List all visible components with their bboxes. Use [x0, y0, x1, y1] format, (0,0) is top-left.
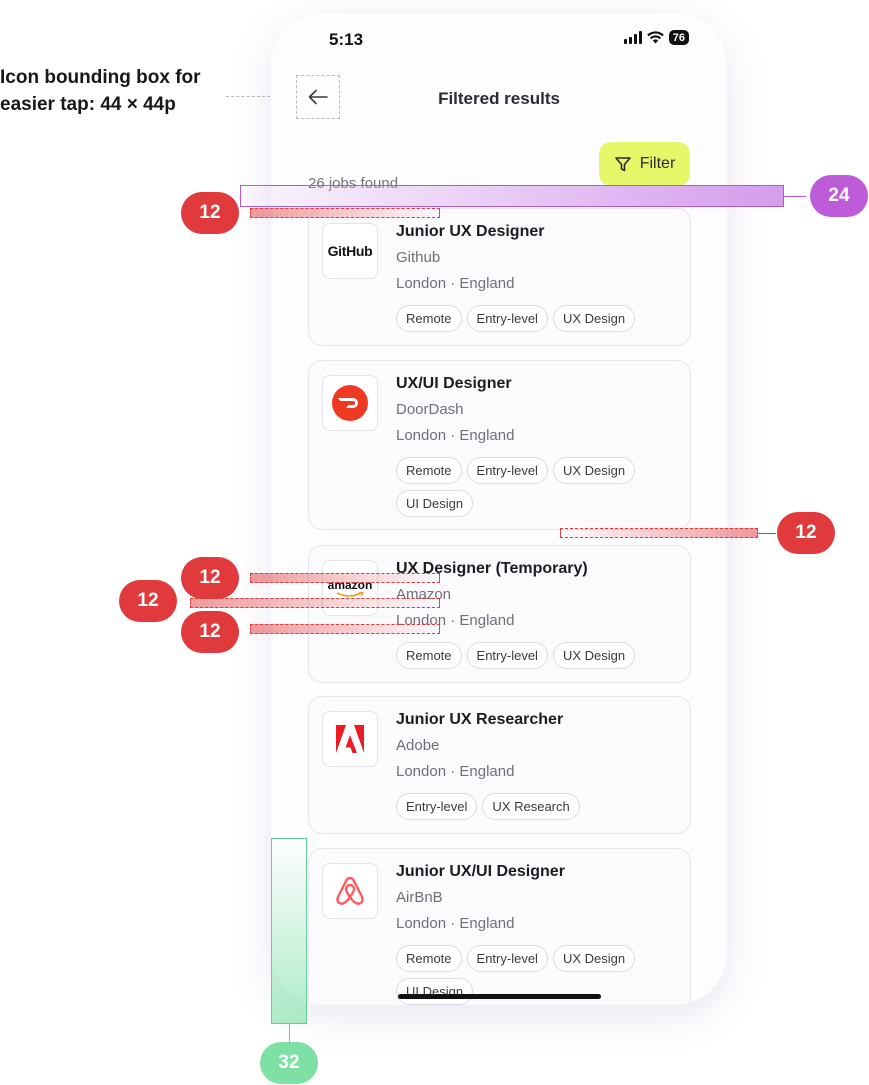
spacing-badge-12: 12: [181, 192, 239, 234]
wifi-icon: [646, 31, 664, 44]
airbnb-logo-icon: [322, 863, 378, 919]
job-company: AirBnB: [396, 889, 443, 906]
cellular-signal-icon: [623, 31, 642, 44]
job-title: UX/UI Designer: [396, 375, 512, 392]
page-title: Filtered results: [438, 89, 560, 108]
tag[interactable]: UX Design: [552, 642, 636, 669]
spacing-badge-32: 32: [260, 1042, 318, 1084]
spacing-connector: [289, 1024, 290, 1042]
spacing-badge-12: 12: [181, 611, 239, 653]
airbnb-logo-icon-graphic: [336, 876, 364, 905]
tag[interactable]: Entry-level: [466, 305, 548, 332]
job-company: Github: [396, 249, 441, 266]
tag[interactable]: Entry-level: [466, 642, 548, 669]
job-tags: Entry-level UX Research: [396, 793, 686, 820]
tag[interactable]: Entry-level: [396, 793, 478, 820]
github-logo: GitHub: [322, 223, 378, 279]
spacing-highlight: [250, 624, 440, 634]
bounding-box-annotation: Icon bounding box for easier tap: 44 × 4…: [0, 64, 240, 118]
tag[interactable]: Entry-level: [466, 945, 548, 972]
job-location: London · England: [396, 915, 515, 932]
job-card-doordash[interactable]: UX/UI Designer DoorDash London · England…: [308, 360, 691, 530]
status-bar: 5:13 76: [271, 13, 727, 67]
spacing-highlight: [250, 573, 440, 583]
tag[interactable]: UX Design: [552, 945, 636, 972]
job-location: London · England: [396, 427, 515, 444]
job-location: London · England: [396, 275, 515, 292]
tag[interactable]: UI Design: [396, 978, 474, 1005]
job-card-amazon[interactable]: amazon UX Designer (Temporary) Amazon Lo…: [308, 545, 691, 683]
tag[interactable]: Remote: [396, 305, 462, 332]
spacing-highlight: [190, 598, 440, 608]
spacing-highlight-24: [240, 185, 784, 207]
status-time: 5:13: [329, 30, 364, 49]
tag[interactable]: UX Research: [482, 793, 580, 820]
annotation-line-2: easier tap: 44 × 44p: [0, 94, 176, 115]
adobe-logo-icon-graphic: [336, 725, 364, 753]
job-title: Junior UX/UI Designer: [396, 863, 565, 880]
battery-indicator: 76: [668, 30, 689, 45]
filter-icon: [614, 157, 631, 172]
job-company: Adobe: [396, 737, 440, 754]
job-card-airbnb[interactable]: Junior UX/UI Designer AirBnB London · En…: [308, 848, 691, 1005]
tag[interactable]: Remote: [396, 642, 462, 669]
adobe-logo-icon: [322, 711, 378, 767]
spacing-badge-12: 12: [777, 512, 835, 554]
job-tags: Remote Entry-level UX Design UI Design: [396, 457, 686, 517]
tag[interactable]: Entry-level: [466, 457, 548, 484]
spacing-badge-24: 24: [810, 175, 868, 217]
filter-button-label: Filter: [639, 155, 676, 172]
job-tags: Remote Entry-level UX Design: [396, 642, 686, 669]
spacing-badge-12: 12: [119, 580, 177, 622]
job-card-github[interactable]: GitHub Junior UX Designer Github London …: [308, 208, 691, 346]
job-card-adobe[interactable]: Junior UX Researcher Adobe London · Engl…: [308, 696, 691, 834]
job-title: Junior UX Researcher: [396, 711, 564, 728]
spacing-highlight: [560, 528, 758, 538]
annotation-line-1: Icon bounding box for: [0, 67, 201, 88]
phone-screen: 5:13 76 Filtered results Filter 26 jobs …: [271, 13, 727, 1005]
tag[interactable]: Remote: [396, 945, 462, 972]
doordash-logo-icon-graphic: [332, 385, 368, 421]
filter-button[interactable]: Filter: [599, 142, 690, 186]
tag[interactable]: UI Design: [396, 490, 474, 517]
doordash-logo-icon: [322, 375, 378, 431]
tag[interactable]: Remote: [396, 457, 462, 484]
job-location: London · England: [396, 763, 515, 780]
home-indicator: [398, 994, 601, 999]
tag[interactable]: UX Design: [552, 457, 636, 484]
status-icons: 76: [623, 30, 689, 45]
job-title: Junior UX Designer: [396, 223, 545, 240]
spacing-connector: [758, 533, 776, 534]
tag[interactable]: UX Design: [552, 305, 636, 332]
spacing-connector: [784, 196, 806, 197]
spacing-badge-12: 12: [181, 557, 239, 599]
spacing-highlight: [250, 208, 440, 218]
spacing-highlight-32: [271, 838, 307, 1024]
github-logo-text: GitHub: [327, 243, 373, 259]
job-company: DoorDash: [396, 401, 464, 418]
job-tags: Remote Entry-level UX Design: [396, 305, 686, 332]
